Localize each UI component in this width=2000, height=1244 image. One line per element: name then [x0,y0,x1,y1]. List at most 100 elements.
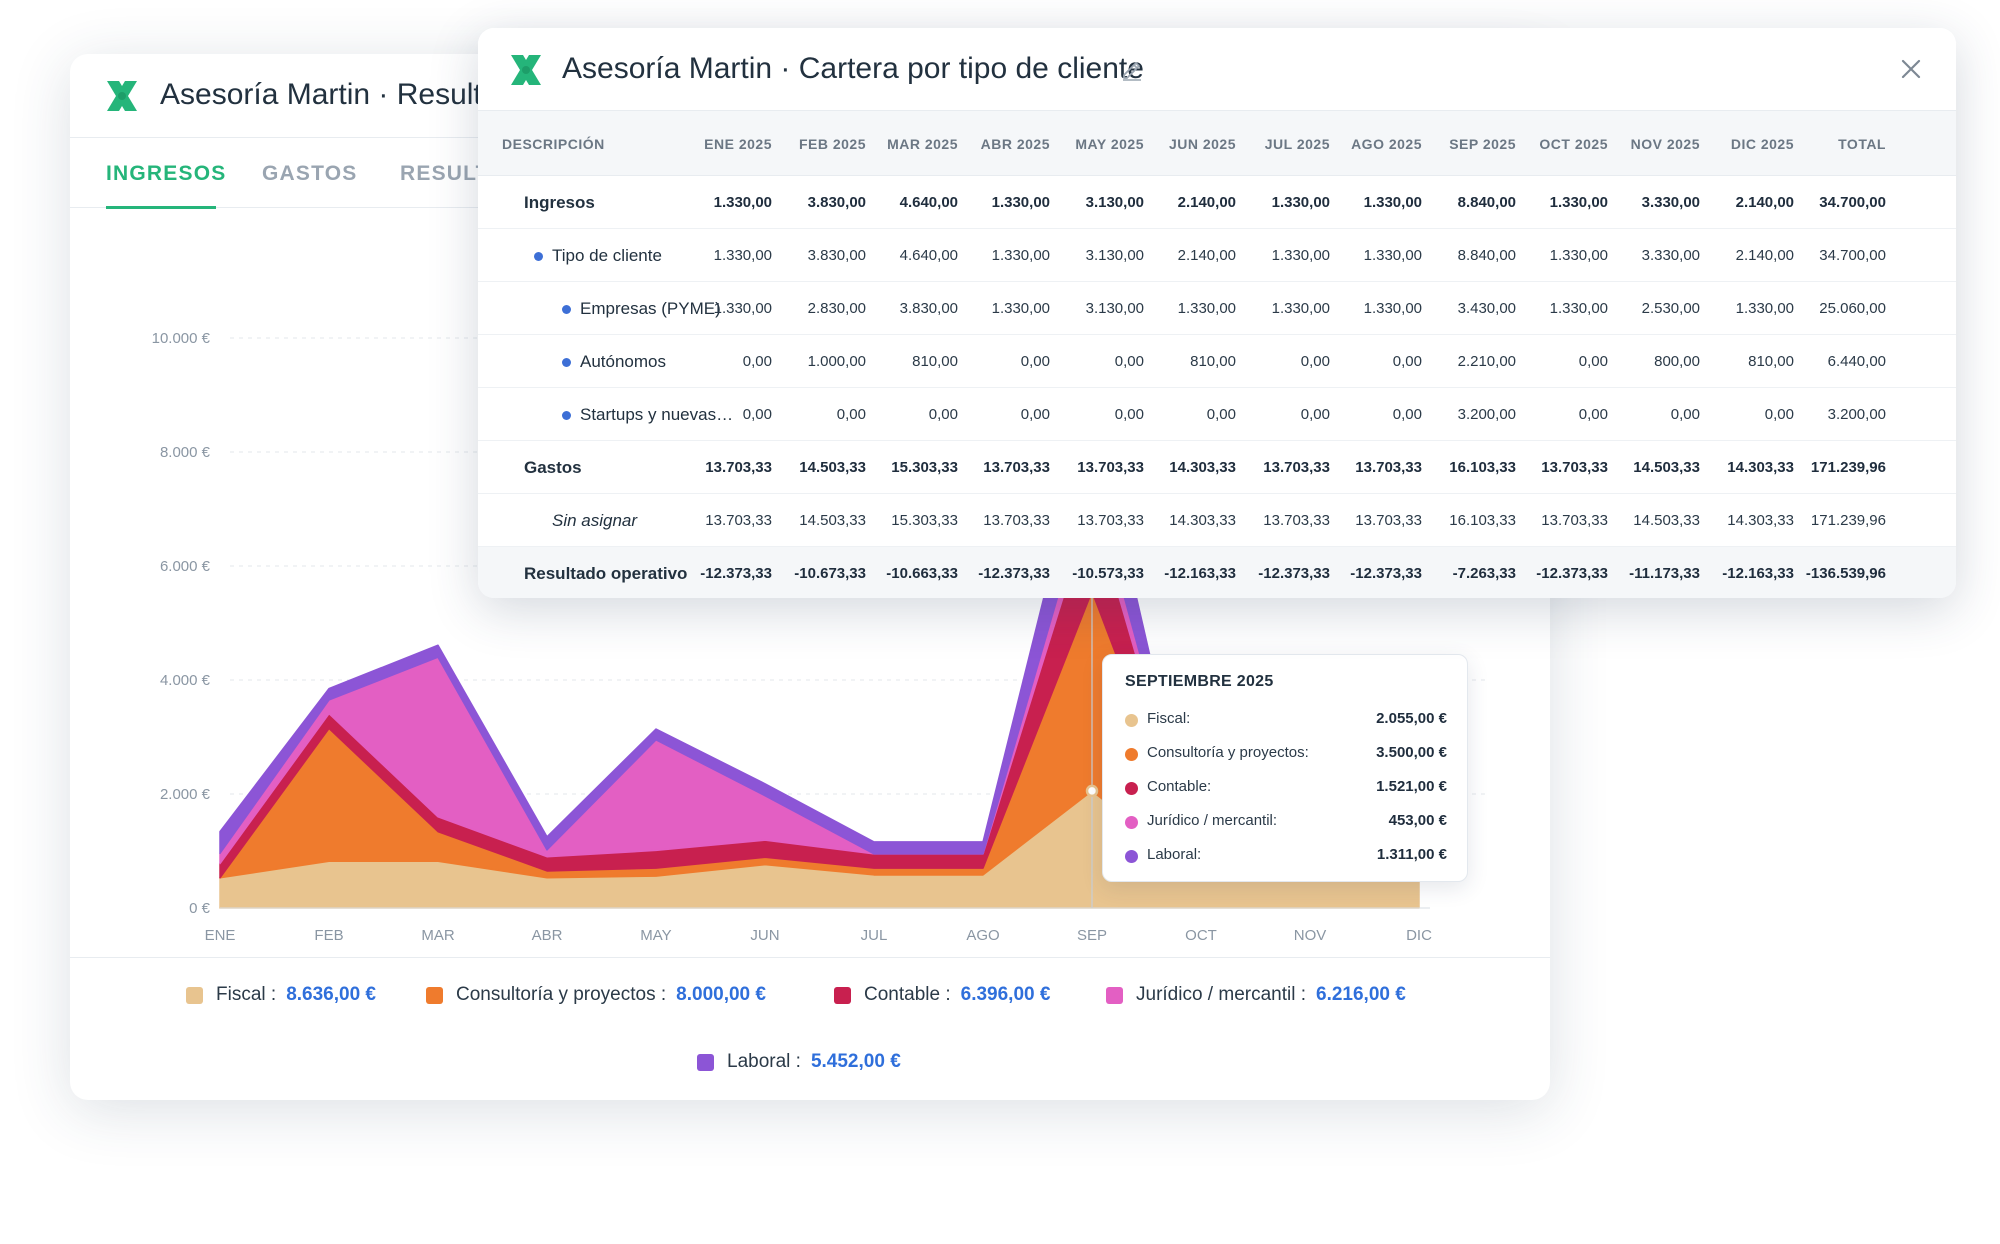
table-cell: 0,00 [928,406,958,423]
table-cell: 2.140,00 [1177,247,1236,264]
table-row[interactable]: Empresas (PYME) 1.330,00 2.830,00 3.830,00 1… [478,282,1956,335]
table-cell: 4.640,00 [899,247,958,264]
column-header: OCT 2025 [1539,136,1608,152]
column-header: DIC 2025 [1730,136,1794,152]
table-cell: 800,00 [1654,353,1700,370]
tooltip-row-fiscal: Fiscal: 2.055,00 € [1125,709,1447,733]
tooltip-dot [1125,816,1138,829]
table-cell: 0,00 [1300,353,1330,370]
table-cell: 13.703,33 [1541,512,1608,529]
table-row[interactable]: Gastos 13.703,33 14.503,33 15.303,33 13.703,… [478,441,1956,494]
legend-item-consultoria[interactable]: Consultoría y proyectos : 8.000,00 € [426,984,766,1006]
table-cell: 13.703,33 [1263,512,1330,529]
table-cell: 3.830,00 [899,300,958,317]
table-row[interactable]: Startups y nuevas… 0,00 0,00 0,00 0,00 0,00 0,… [478,388,1956,441]
table-cell: -12.373,33 [1350,565,1422,582]
table-row[interactable]: Sin asignar 13.703,33 14.503,33 15.303,33 13… [478,494,1956,547]
legend-item-juridico[interactable]: Jurídico / mercantil : 6.216,00 € [1106,984,1406,1006]
table-cell: 13.703,33 [1355,459,1422,476]
table-cell: 0,00 [1114,406,1144,423]
table-cell: 13.703,33 [1077,459,1144,476]
table-cell: 8.840,00 [1457,194,1516,211]
table-cell: 3.330,00 [1641,247,1700,264]
table-cell: 1.330,00 [1363,194,1422,211]
y-tick-label: 6.000 € [160,558,211,575]
table-cell: 0,00 [1670,406,1700,423]
legend-value: 6.396,00 € [960,984,1051,1005]
table-cell: -10.663,33 [886,565,958,582]
table-cell: 13.703,33 [705,512,772,529]
row-bullet-icon [534,252,543,261]
tooltip-label: Fiscal: [1147,710,1191,727]
table-cell: -12.373,33 [1536,565,1608,582]
legend-label: Laboral : [727,1051,801,1072]
table-cell: 2.210,00 [1457,353,1516,370]
y-tick-label: 2.000 € [160,786,211,803]
table-cell: 13.703,33 [983,459,1050,476]
x-tick-label: FEB [314,927,343,944]
table-cell: 1.330,00 [713,300,772,317]
table-row[interactable]: Autónomos 0,00 1.000,00 810,00 0,00 0,00 810,0… [478,335,1956,388]
table-cell: -10.573,33 [1072,565,1144,582]
table-cell: 810,00 [1748,353,1794,370]
legend-label: Contable : [864,984,951,1005]
table-row[interactable]: Resultado operativo -12.373,33 -10.673,33 -… [478,547,1956,598]
table-row[interactable]: Ingresos 1.330,00 3.830,00 4.640,00 1.330,00… [478,176,1956,229]
tooltip-row-laboral: Laboral: 1.311,00 € [1125,845,1447,869]
table-cell: 2.140,00 [1735,194,1794,211]
table-cell: 25.060,00 [1819,300,1886,317]
row-label: Sin asignar [552,511,638,530]
table-cell: 3.130,00 [1085,247,1144,264]
tooltip-label: Consultoría y proyectos: [1147,744,1309,761]
table-cell: -12.163,33 [1722,565,1794,582]
table-cell: 13.703,33 [1541,459,1608,476]
column-header: MAR 2025 [887,136,958,152]
tooltip-label: Laboral: [1147,846,1202,863]
table-cell: 14.503,33 [799,459,866,476]
row-bullet-icon [562,358,571,367]
table-cell: 3.130,00 [1085,300,1144,317]
legend-swatch [426,986,443,1004]
table-cell: 171.239,96 [1810,459,1886,476]
legend-item-contable[interactable]: Contable : 6.396,00 € [834,984,1050,1006]
table-cell: -12.373,33 [978,565,1050,582]
close-icon[interactable] [1896,54,1926,84]
pencil-edit-icon[interactable] [1118,55,1146,83]
legend-value: 6.216,00 € [1316,984,1406,1005]
table-cell: -11.173,33 [1629,565,1700,582]
legend-item-laboral[interactable]: Laboral : 5.452,00 € [697,1051,901,1073]
app-logo-icon [511,55,541,85]
table-cell: 0,00 [1392,353,1422,370]
y-tick-label: 0 € [189,900,211,917]
table-cell: -12.163,33 [1164,565,1236,582]
chart-tooltip: SEPTIEMBRE 2025 Fiscal: 2.055,00 € Consu… [1102,654,1468,882]
table-cell: 14.303,33 [1727,512,1794,529]
table-cell: 13.703,33 [1077,512,1144,529]
tooltip-title: SEPTIEMBRE 2025 [1125,673,1274,690]
x-tick-label: ABR [532,927,563,944]
tooltip-label: Contable: [1147,778,1212,795]
y-tick-label: 8.000 € [160,444,211,461]
row-label: Gastos [524,458,582,477]
table-cell: 1.000,00 [807,353,866,370]
table-cell: 3.430,00 [1457,300,1516,317]
table-cell: 3.830,00 [807,194,866,211]
table-cell: 1.330,00 [713,194,772,211]
table-cell: 13.703,33 [1263,459,1330,476]
column-header: TOTAL [1838,136,1886,152]
table-row[interactable]: Tipo de cliente 1.330,00 3.830,00 4.640,00 1… [478,229,1956,282]
table-cell: -10.673,33 [794,565,866,582]
table-cell: 1.330,00 [991,300,1050,317]
table-cell: 34.700,00 [1819,194,1886,211]
table-cell: 1.330,00 [1271,300,1330,317]
legend-value: 5.452,00 € [810,1051,901,1072]
column-header: SEP 2025 [1449,136,1516,152]
table-cell: 1.330,00 [991,247,1050,264]
table-cell: 14.503,33 [1633,459,1700,476]
table-cell: 0,00 [1020,353,1050,370]
table-cell: 16.103,33 [1449,512,1516,529]
table-cell: 1.330,00 [1549,194,1608,211]
table-cell: 2.830,00 [807,300,866,317]
legend-item-fiscal[interactable]: Fiscal : 8.636,00 € [186,984,376,1006]
table-cell: 0,00 [742,406,772,423]
